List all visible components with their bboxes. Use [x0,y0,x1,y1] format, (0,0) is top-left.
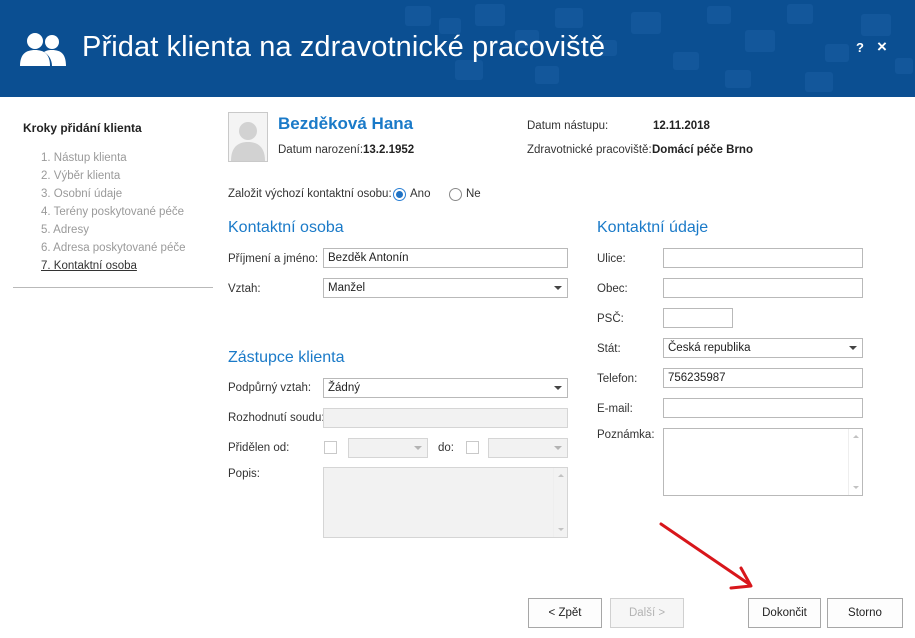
street-input[interactable] [663,248,863,268]
zip-input[interactable] [663,308,733,328]
workplace-value: Domácí péče Brno [652,144,753,156]
step-item-2[interactable]: 2. Výběr klienta [41,169,186,187]
radio-yes-label[interactable]: Ano [410,188,430,200]
relation-select[interactable]: Manžel [323,278,568,298]
description-textarea [323,467,568,538]
client-avatar [228,112,268,162]
phone-label: Telefon: [597,373,638,385]
relation-select-value: Manžel [328,282,366,294]
radio-no[interactable] [449,188,462,201]
contact-details-title: Kontaktní údaje [597,219,709,236]
sidebar-divider [13,287,213,288]
court-decision-label: Rozhodnutí soudu: [228,412,325,424]
dialog-header: Přidat klienta na zdravotnické pracovišt… [0,0,915,97]
scrollbar [553,468,567,537]
assigned-to-date [488,438,568,458]
name-label: Příjmení a jméno: [228,253,319,265]
users-icon [20,33,66,66]
email-label: E-mail: [597,403,633,415]
chevron-down-icon [414,446,422,450]
chevron-down-icon [554,446,562,450]
start-date-label: Datum nástupu: [527,120,609,132]
support-relation-label: Podpůrný vztah: [228,382,312,394]
close-button[interactable]: × [877,37,887,57]
birth-date-label: Datum narození: [278,144,364,156]
assigned-from-label: Přidělen od: [228,442,290,454]
contact-person-title: Kontaktní osoba [228,219,344,236]
city-input[interactable] [663,278,863,298]
radio-yes[interactable] [393,188,406,201]
city-label: Obec: [597,283,628,295]
finish-button[interactable]: Dokončit [748,598,821,628]
name-input[interactable]: Bezděk Antonín [323,248,568,268]
zip-label: PSČ: [597,313,624,325]
street-label: Ulice: [597,253,626,265]
country-select-value: Česká republika [668,342,751,354]
chevron-down-icon [849,346,857,350]
description-label: Popis: [228,468,260,480]
sidebar-title: Kroky přidání klienta [23,121,142,135]
default-contact-label: Založit výchozí kontaktní osobu: [228,188,392,200]
radio-no-label[interactable]: Ne [466,188,481,200]
cancel-button[interactable]: Storno [827,598,903,628]
steps-list: 1. Nástup klienta 2. Výběr klienta 3. Os… [41,151,186,277]
step-item-5[interactable]: 5. Adresy [41,223,186,241]
to-label: do: [438,442,454,454]
birth-date-value: 13.2.1952 [363,144,415,156]
step-item-3[interactable]: 3. Osobní údaje [41,187,186,205]
client-name: Bezděková Hana [278,114,414,133]
support-relation-select[interactable]: Žádný [323,378,568,398]
court-decision-input [323,408,568,428]
step-item-1[interactable]: 1. Nástup klienta [41,151,186,169]
email-input[interactable] [663,398,863,418]
chevron-down-icon [554,286,562,290]
country-select[interactable]: Česká republika [663,338,863,358]
dialog-title: Přidat klienta na zdravotnické pracovišt… [82,31,606,63]
assigned-to-checkbox[interactable] [466,441,479,454]
next-button: Další > [610,598,684,628]
assigned-from-date [348,438,428,458]
step-item-6[interactable]: 6. Adresa poskytované péče [41,241,186,259]
note-textarea[interactable] [663,428,863,496]
relation-label: Vztah: [228,283,261,295]
workplace-label: Zdravotnické pracoviště: [527,144,652,156]
country-label: Stát: [597,343,621,355]
phone-input[interactable]: 756235987 [663,368,863,388]
step-item-7[interactable]: 7. Kontaktní osoba [41,259,186,277]
person-placeholder-icon [231,122,265,161]
step-item-4[interactable]: 4. Terény poskytované péče [41,205,186,223]
back-button[interactable]: < Zpět [528,598,602,628]
help-button[interactable]: ? [856,40,864,55]
assigned-from-checkbox[interactable] [324,441,337,454]
note-label: Poznámka: [597,429,655,441]
annotation-arrow-icon [659,522,753,590]
support-relation-value: Žádný [328,382,360,394]
representative-title: Zástupce klienta [228,349,345,366]
chevron-down-icon [554,386,562,390]
scrollbar[interactable] [848,429,862,495]
start-date-value: 12.11.2018 [653,120,710,132]
